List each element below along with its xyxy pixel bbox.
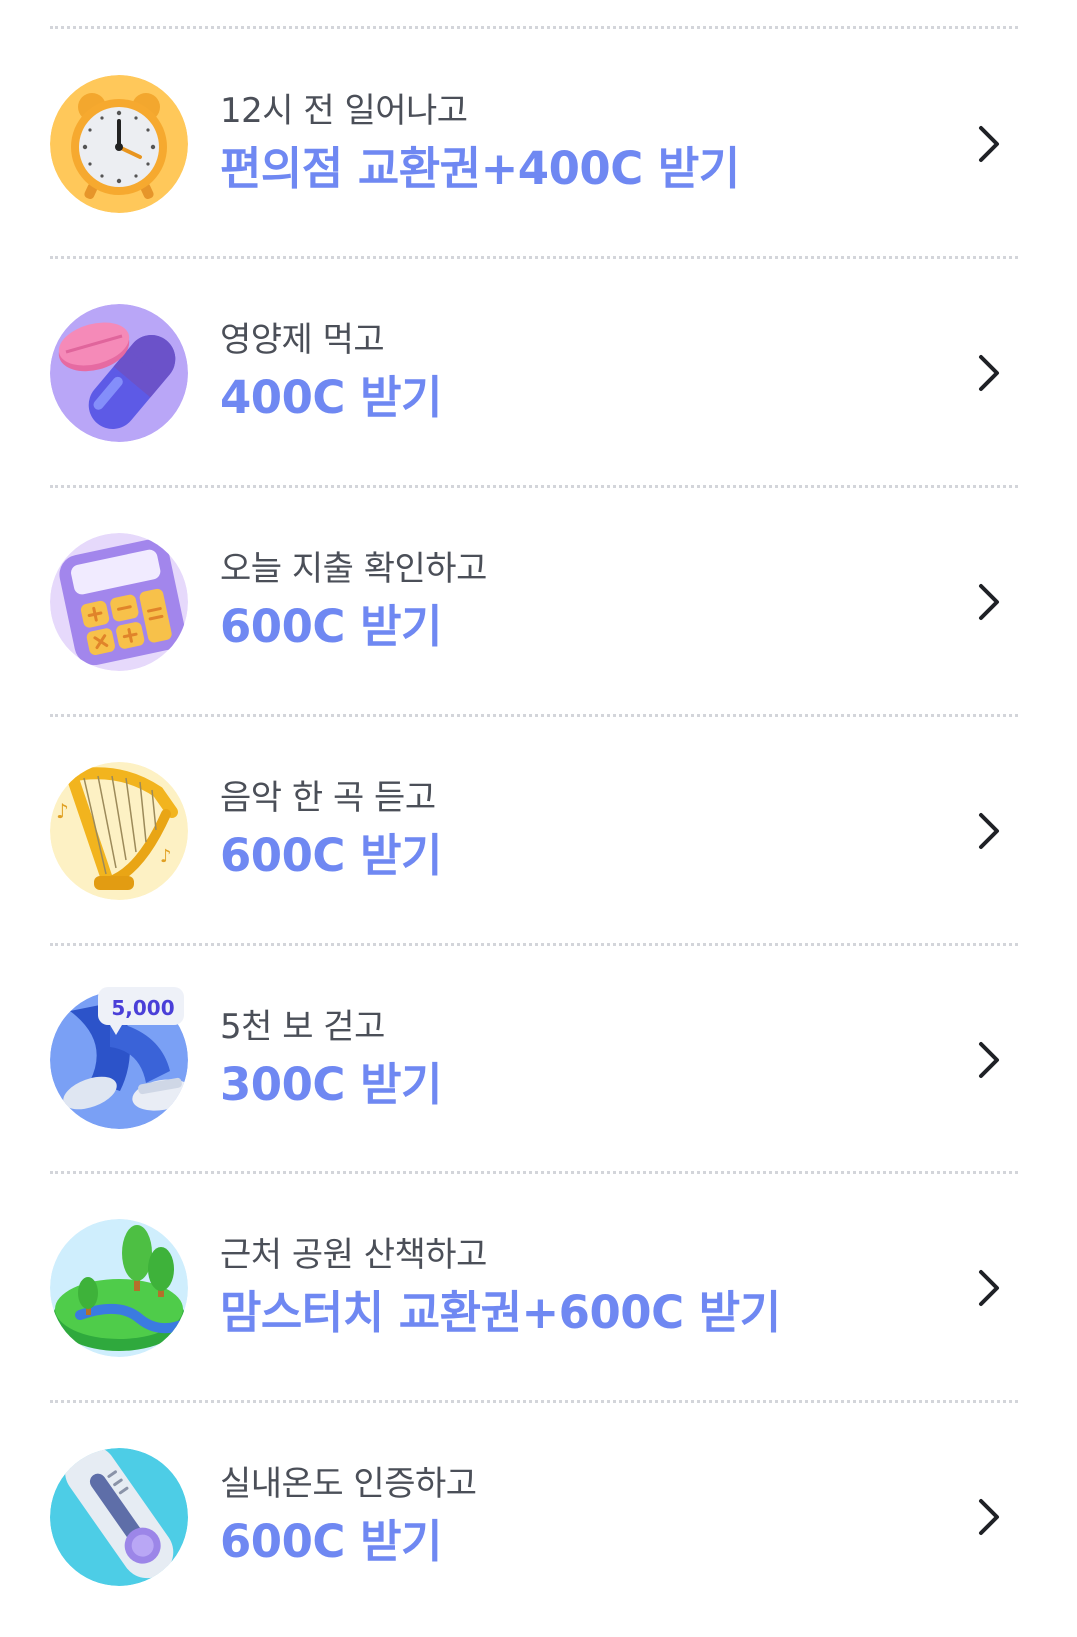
chevron-right-icon [967,122,1011,166]
mission-texts: 근처 공원 산책하고 맘스터치 교환권+600C 받기 [220,1233,781,1343]
mission-label: 오늘 지출 확인하고 [220,549,487,589]
mission-reward: 600C 받기 [220,829,442,882]
mission-texts: 실내온도 인증하고 600C 받기 [220,1462,477,1572]
chevron-right-icon [967,809,1011,853]
chevron-right-icon [967,1038,1011,1082]
thermometer-icon [50,1448,188,1586]
mission-label: 5천 보 걷고 [220,1007,385,1047]
mission-item-temperature[interactable]: 실내온도 인증하고 600C 받기 [0,1403,1077,1631]
park-icon [50,1219,188,1357]
mission-reward: 600C 받기 [220,600,442,653]
mission-reward: 편의점 교환권+400C 받기 [220,142,740,195]
mission-reward: 맘스터치 교환권+600C 받기 [220,1286,781,1339]
divider [50,26,1018,29]
alarm-clock-icon [50,75,188,213]
mission-item-wake-up[interactable]: 12시 전 일어나고 편의점 교환권+400C 받기 [0,30,1077,258]
mission-label: 실내온도 인증하고 [220,1464,477,1504]
mission-item-music[interactable]: ♪ ♪ 음악 한 곡 듣고 600C 받기 [0,717,1077,945]
mission-texts: 오늘 지출 확인하고 600C 받기 [220,547,487,657]
chevron-right-icon [967,1495,1011,1539]
harp-icon: ♪ ♪ [50,762,188,900]
mission-texts: 음악 한 곡 듣고 600C 받기 [220,776,442,886]
mission-item-vitamins[interactable]: 영양제 먹고 400C 받기 [0,259,1077,487]
mission-label: 음악 한 곡 듣고 [220,778,436,818]
mission-reward: 300C 받기 [220,1058,442,1111]
svg-text:♪: ♪ [56,799,69,823]
chevron-right-icon [967,351,1011,395]
walking-shoes-icon: 5,000 [50,987,188,1129]
svg-text:♪: ♪ [160,846,172,867]
pill-icon [50,304,188,442]
mission-reward: 600C 받기 [220,1515,442,1568]
mission-reward: 400C 받기 [220,371,442,424]
chevron-right-icon [967,580,1011,624]
mission-label: 근처 공원 산책하고 [220,1235,487,1275]
mission-texts: 12시 전 일어나고 편의점 교환권+400C 받기 [220,89,740,199]
mission-label: 영양제 먹고 [220,320,385,360]
calculator-icon [50,533,188,671]
mission-item-expenses[interactable]: 오늘 지출 확인하고 600C 받기 [0,488,1077,716]
mission-texts: 영양제 먹고 400C 받기 [220,318,442,428]
chevron-right-icon [967,1266,1011,1310]
mission-texts: 5천 보 걷고 300C 받기 [220,1005,442,1115]
mission-item-park[interactable]: 근처 공원 산책하고 맘스터치 교환권+600C 받기 [0,1174,1077,1402]
mission-item-walk[interactable]: 5,000 5천 보 걷고 300C 받기 [0,946,1077,1174]
mission-label: 12시 전 일어나고 [220,91,468,131]
steps-badge: 5,000 [111,996,175,1020]
